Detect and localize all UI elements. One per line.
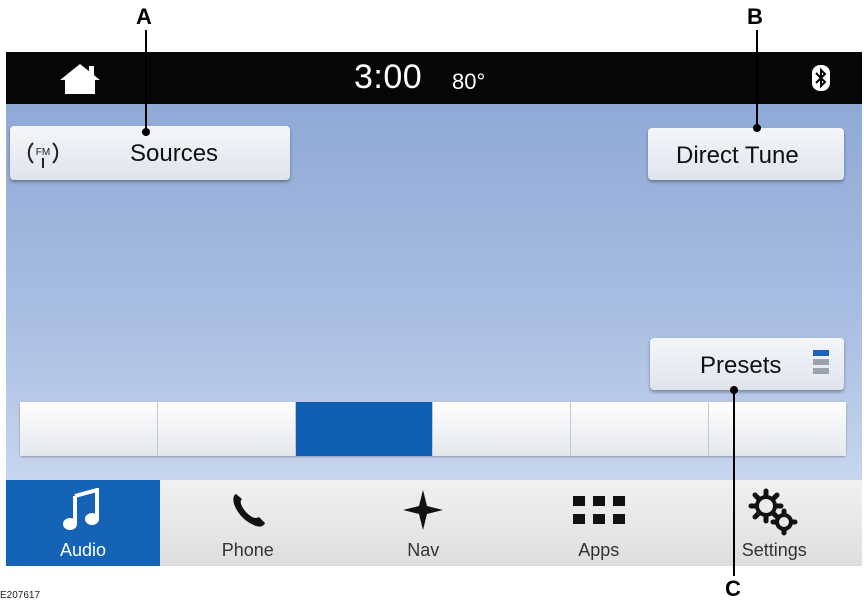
presets-button[interactable]: Presets [650, 338, 844, 390]
nav-label-settings: Settings [741, 540, 807, 560]
tuner-segment[interactable] [20, 402, 158, 456]
presets-label: Presets [700, 352, 782, 379]
nav-apps[interactable]: Apps [511, 480, 687, 566]
callout-b-point [753, 124, 761, 132]
callout-a-point [142, 128, 150, 136]
compass-star-icon [403, 490, 444, 530]
callout-c-point [730, 386, 738, 394]
temperature: 80° [452, 69, 486, 94]
tuner-segment[interactable] [295, 402, 434, 456]
tuner-segment[interactable] [157, 402, 296, 456]
nav-nav[interactable]: Nav [336, 480, 512, 566]
nav-settings[interactable]: Settings [687, 480, 863, 566]
nav-label-nav: Nav [407, 540, 440, 560]
callout-b-leader [756, 30, 758, 128]
sources-button[interactable]: FM Sources [10, 126, 290, 180]
status-bar: 3:00 80° [6, 52, 862, 104]
nav-phone[interactable]: Phone [160, 480, 336, 566]
bluetooth-icon [812, 65, 830, 91]
music-note-icon [63, 488, 99, 530]
clock: 3:00 [354, 58, 423, 96]
callout-a-leader [145, 30, 147, 132]
fm-icon-text: FM [36, 147, 50, 158]
tuner-segment[interactable] [433, 402, 572, 456]
nav-audio[interactable]: Audio [6, 480, 160, 566]
nav-label-audio: Audio [59, 540, 107, 560]
callout-b: B [747, 4, 763, 29]
tuner-segment[interactable] [571, 402, 710, 456]
preset-page-indicator-icon [813, 350, 829, 380]
preset-tuner-bar [20, 402, 846, 456]
apps-grid-icon [572, 496, 625, 524]
callout-c-leader [733, 390, 735, 576]
phone-icon [233, 494, 265, 527]
sources-label: Sources [130, 140, 219, 167]
figure-code: E207617 [0, 590, 41, 601]
callout-a: A [136, 4, 152, 29]
direct-tune-button[interactable]: Direct Tune [648, 128, 844, 180]
tuner-segment[interactable] [709, 402, 846, 456]
callout-c: C [725, 576, 741, 601]
nav-label-apps: Apps [578, 540, 620, 560]
gears-icon [748, 488, 798, 536]
fm-radio-icon: FM [27, 142, 59, 168]
nav-label-phone: Phone [221, 540, 274, 560]
direct-tune-label: Direct Tune [676, 142, 799, 169]
home-icon[interactable] [58, 62, 102, 96]
